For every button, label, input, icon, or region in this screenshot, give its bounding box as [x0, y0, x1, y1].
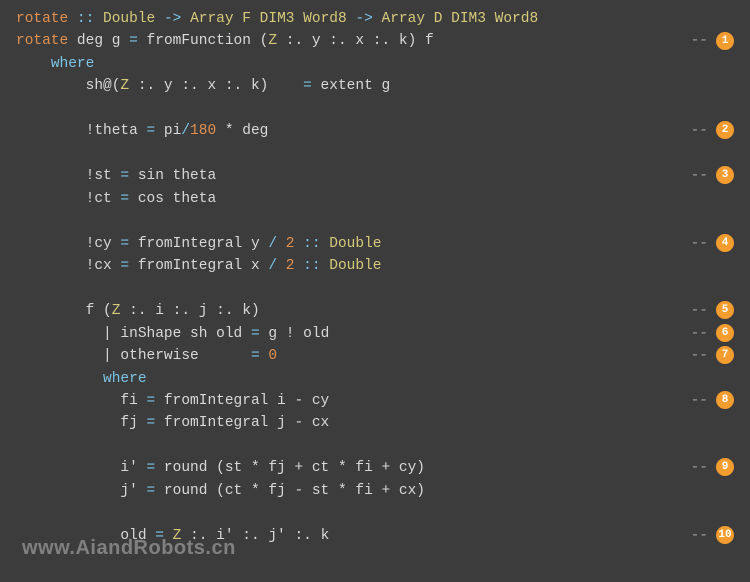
code-line: !ct = cos theta	[16, 188, 734, 210]
callout-badge: 2	[716, 121, 734, 139]
code-line: i' = round (st * fj + ct * fi + cy)--9	[16, 457, 734, 479]
code-line: where	[16, 368, 734, 390]
callout-badge: 10	[716, 526, 734, 544]
callout-dash: --	[691, 525, 708, 547]
code-line	[16, 502, 734, 524]
code-line	[16, 98, 734, 120]
callout-dash: --	[691, 233, 708, 255]
code-line: rotate :: Double -> Array F DIM3 Word8 -…	[16, 8, 734, 30]
code-line: old = Z :. i' :. j' :. k--10	[16, 525, 734, 547]
callout-dash: --	[691, 345, 708, 367]
callout-badge: 4	[716, 234, 734, 252]
code-line: sh@(Z :. y :. x :. k) = extent g	[16, 75, 734, 97]
callout-dash: --	[691, 390, 708, 412]
callout-dash: --	[691, 323, 708, 345]
code-line	[16, 210, 734, 232]
code-block: rotate :: Double -> Array F DIM3 Word8 -…	[0, 0, 750, 555]
callout-badge: 7	[716, 346, 734, 364]
code-line: !cy = fromIntegral y / 2 :: Double--4	[16, 233, 734, 255]
code-line	[16, 143, 734, 165]
callout-badge: 9	[716, 458, 734, 476]
code-line: j' = round (ct * fj - st * fi + cx)	[16, 480, 734, 502]
code-line: !st = sin theta--3	[16, 165, 734, 187]
callout-dash: --	[691, 300, 708, 322]
callout-badge: 1	[716, 32, 734, 50]
callout-badge: 6	[716, 324, 734, 342]
code-line	[16, 435, 734, 457]
callout-dash: --	[691, 457, 708, 479]
callout-dash: --	[691, 165, 708, 187]
code-line: where	[16, 53, 734, 75]
callout-badge: 8	[716, 391, 734, 409]
code-line: fj = fromIntegral j - cx	[16, 412, 734, 434]
code-line: | otherwise = 0--7	[16, 345, 734, 367]
code-line: | inShape sh old = g ! old--6	[16, 323, 734, 345]
code-line	[16, 278, 734, 300]
code-line: !theta = pi/180 * deg--2	[16, 120, 734, 142]
code-line: fi = fromIntegral i - cy--8	[16, 390, 734, 412]
code-line: !cx = fromIntegral x / 2 :: Double	[16, 255, 734, 277]
callout-badge: 5	[716, 301, 734, 319]
callout-dash: --	[691, 30, 708, 52]
callout-badge: 3	[716, 166, 734, 184]
code-line: rotate deg g = fromFunction (Z :. y :. x…	[16, 30, 734, 52]
callout-dash: --	[691, 120, 708, 142]
code-line: f (Z :. i :. j :. k)--5	[16, 300, 734, 322]
